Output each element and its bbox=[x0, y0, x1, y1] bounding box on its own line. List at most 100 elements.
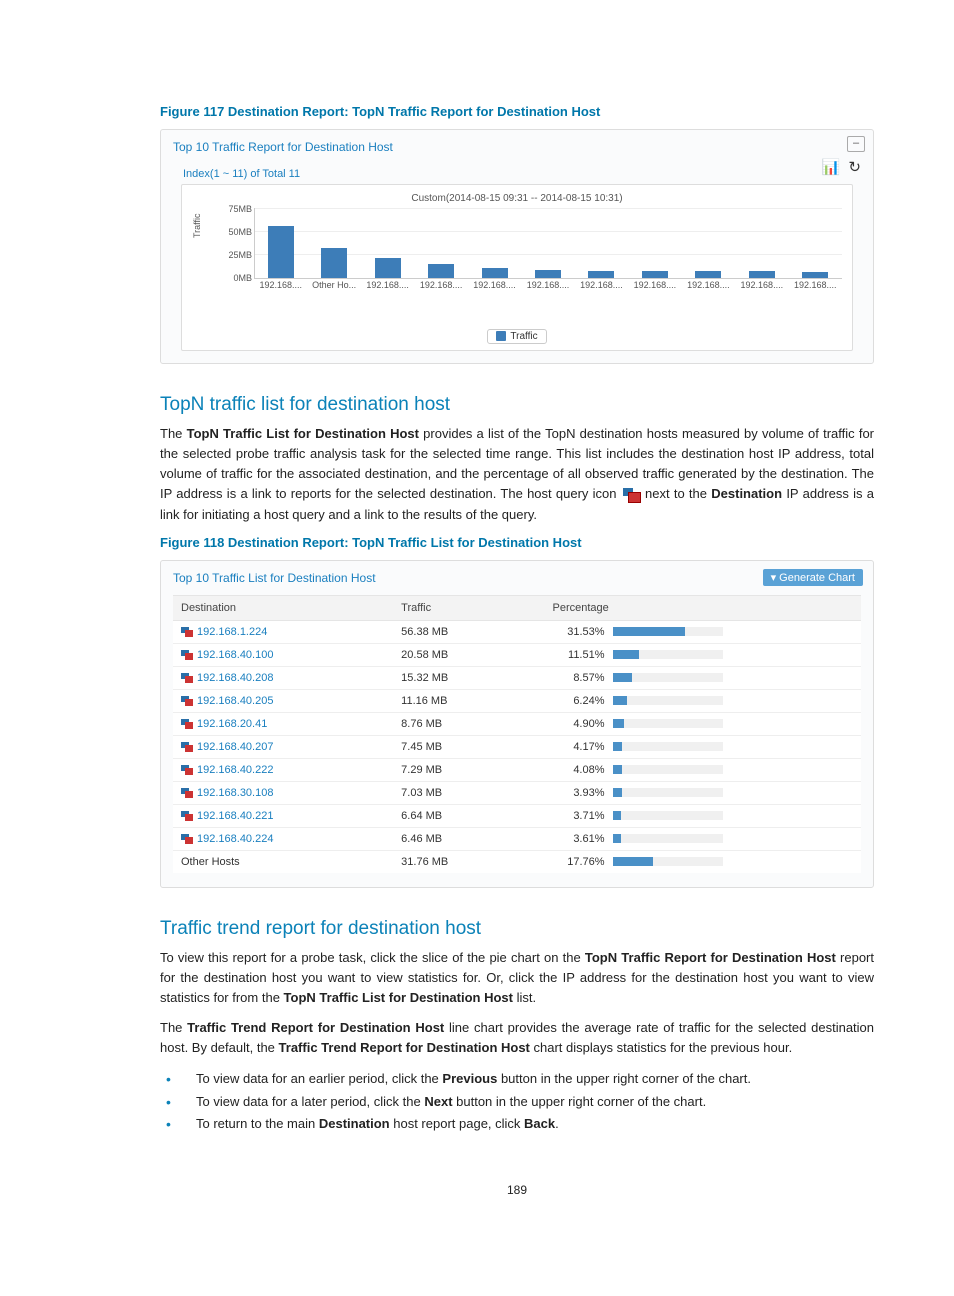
bar-column[interactable] bbox=[575, 271, 628, 278]
bar[interactable] bbox=[482, 268, 508, 278]
bar[interactable] bbox=[535, 270, 561, 278]
page-number: 189 bbox=[160, 1183, 874, 1197]
host-query-icon bbox=[623, 488, 639, 502]
table-row: 192.168.40.20511.16 MB6.24% bbox=[173, 689, 861, 712]
percentage-text: 3.93% bbox=[553, 787, 613, 799]
host-query-icon[interactable] bbox=[181, 650, 193, 660]
cell-percentage: 8.57% bbox=[545, 666, 861, 689]
host-query-icon[interactable] bbox=[181, 788, 193, 798]
cell-destination: 192.168.40.208 bbox=[173, 666, 393, 689]
bar-column[interactable] bbox=[361, 258, 414, 278]
percentage-bar bbox=[613, 696, 627, 705]
percentage-bar bbox=[613, 788, 622, 797]
bullet-next: To view data for a later period, click t… bbox=[160, 1091, 874, 1113]
section2-paragraph-2: The Traffic Trend Report for Destination… bbox=[160, 1018, 874, 1058]
bar-column[interactable] bbox=[307, 248, 360, 278]
bar-column[interactable] bbox=[735, 271, 788, 278]
y-tick: 50MB bbox=[220, 227, 252, 237]
bar[interactable] bbox=[749, 271, 775, 278]
ip-link[interactable]: 192.168.40.100 bbox=[197, 649, 273, 661]
col-traffic[interactable]: Traffic bbox=[393, 595, 544, 620]
bar[interactable] bbox=[321, 248, 347, 278]
chart-body: Traffic 75MB50MB25MB0MB 192.168....Other… bbox=[220, 208, 842, 298]
bar-chart-icon[interactable]: 📊 bbox=[822, 159, 841, 176]
x-tick-label: 192.168.... bbox=[575, 280, 628, 290]
host-query-icon[interactable] bbox=[181, 719, 193, 729]
ip-link[interactable]: 192.168.40.205 bbox=[197, 695, 273, 707]
percentage-bar bbox=[613, 811, 622, 820]
cell-destination: 192.168.40.207 bbox=[173, 735, 393, 758]
ip-link[interactable]: 192.168.40.221 bbox=[197, 810, 273, 822]
host-query-icon[interactable] bbox=[181, 811, 193, 821]
bar[interactable] bbox=[695, 271, 721, 278]
percentage-text: 8.57% bbox=[553, 672, 613, 684]
col-destination[interactable]: Destination bbox=[173, 595, 393, 620]
percentage-text: 6.24% bbox=[553, 695, 613, 707]
section-heading-topn-list: TopN traffic list for destination host bbox=[160, 394, 874, 416]
ip-link[interactable]: 192.168.30.108 bbox=[197, 787, 273, 799]
ip-link[interactable]: 192.168.40.222 bbox=[197, 764, 273, 776]
percentage-bar bbox=[613, 673, 633, 682]
percentage-bar-bg bbox=[613, 857, 723, 866]
legend-label: Traffic bbox=[510, 331, 537, 342]
index-link[interactable]: Index(1 ~ 11) of Total 11 bbox=[183, 168, 863, 180]
ip-link[interactable]: 192.168.40.207 bbox=[197, 741, 273, 753]
cell-traffic: 56.38 MB bbox=[393, 620, 544, 643]
legend-item[interactable]: Traffic bbox=[487, 329, 546, 344]
bar[interactable] bbox=[268, 226, 294, 278]
percentage-bar-bg bbox=[613, 788, 723, 797]
bar[interactable] bbox=[375, 258, 401, 278]
host-query-icon[interactable] bbox=[181, 834, 193, 844]
host-query-icon[interactable] bbox=[181, 696, 193, 706]
section-heading-traffic-trend: Traffic trend report for destination hos… bbox=[160, 918, 874, 940]
bar-column[interactable] bbox=[682, 271, 735, 278]
bar-column[interactable] bbox=[521, 270, 574, 278]
chart-panel-title: Top 10 Traffic Report for Destination Ho… bbox=[171, 138, 863, 160]
host-query-icon[interactable] bbox=[181, 765, 193, 775]
cell-traffic: 6.46 MB bbox=[393, 827, 544, 850]
bar-column[interactable] bbox=[468, 268, 521, 278]
figure-117-title: Figure 117 Destination Report: TopN Traf… bbox=[160, 104, 874, 119]
cell-traffic: 7.03 MB bbox=[393, 781, 544, 804]
percentage-bar bbox=[613, 650, 639, 659]
ip-link[interactable]: 192.168.1.224 bbox=[197, 626, 267, 638]
percentage-text: 17.76% bbox=[553, 856, 613, 868]
percentage-bar-bg bbox=[613, 650, 723, 659]
bar-column[interactable] bbox=[414, 264, 467, 278]
bar[interactable] bbox=[802, 272, 828, 278]
bar[interactable] bbox=[428, 264, 454, 278]
host-query-icon[interactable] bbox=[181, 742, 193, 752]
percentage-bar bbox=[613, 765, 622, 774]
percentage-bar bbox=[613, 627, 686, 636]
col-percentage[interactable]: Percentage bbox=[545, 595, 861, 620]
percentage-bar bbox=[613, 742, 623, 751]
x-tick-label: Other Ho... bbox=[307, 280, 360, 290]
cell-percentage: 6.24% bbox=[545, 689, 861, 712]
cell-destination: 192.168.40.205 bbox=[173, 689, 393, 712]
host-query-icon[interactable] bbox=[181, 627, 193, 637]
percentage-text: 31.53% bbox=[553, 626, 613, 638]
chart-panel: Top 10 Traffic Report for Destination Ho… bbox=[160, 129, 874, 364]
bar-column[interactable] bbox=[254, 226, 307, 278]
chart-area: Custom(2014-08-15 09:31 -- 2014-08-15 10… bbox=[181, 184, 853, 351]
percentage-bar-bg bbox=[613, 742, 723, 751]
cell-traffic: 31.76 MB bbox=[393, 850, 544, 873]
ip-link[interactable]: 192.168.20.41 bbox=[197, 718, 267, 730]
bar[interactable] bbox=[642, 271, 668, 278]
cell-traffic: 15.32 MB bbox=[393, 666, 544, 689]
minimize-icon[interactable]: – bbox=[847, 136, 865, 152]
refresh-icon[interactable]: ↻ bbox=[848, 159, 861, 176]
bar-column[interactable] bbox=[628, 271, 681, 278]
generate-chart-button[interactable]: ▾ Generate Chart bbox=[763, 569, 863, 586]
percentage-bar-bg bbox=[613, 627, 723, 636]
percentage-bar-bg bbox=[613, 834, 723, 843]
percentage-bar-bg bbox=[613, 719, 723, 728]
ip-link[interactable]: 192.168.40.208 bbox=[197, 672, 273, 684]
bar[interactable] bbox=[588, 271, 614, 278]
bar-column[interactable] bbox=[789, 272, 842, 278]
percentage-text: 4.17% bbox=[553, 741, 613, 753]
cell-destination: 192.168.40.222 bbox=[173, 758, 393, 781]
cell-traffic: 7.29 MB bbox=[393, 758, 544, 781]
ip-link[interactable]: 192.168.40.224 bbox=[197, 833, 273, 845]
host-query-icon[interactable] bbox=[181, 673, 193, 683]
